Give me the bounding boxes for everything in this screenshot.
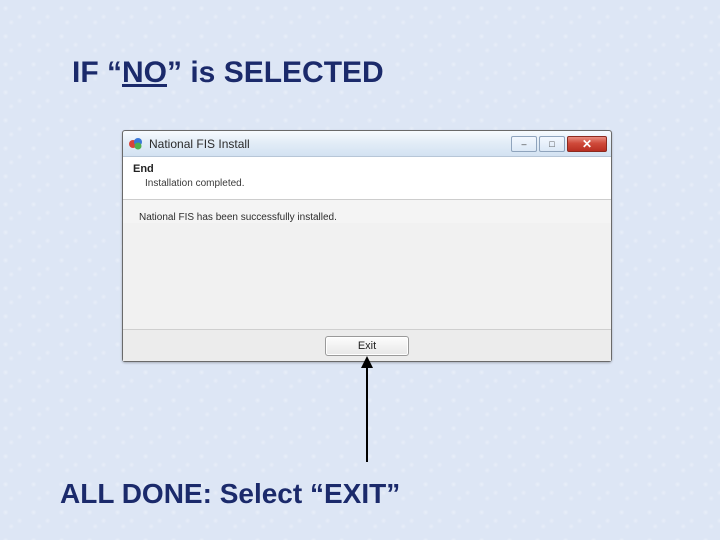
title-suffix: ” is SELECTED [167, 56, 384, 89]
dialog-header-title: End [133, 163, 601, 175]
arrow-up-icon [366, 366, 368, 462]
dialog-header: End Installation completed. [123, 157, 611, 200]
dialog-body: National FIS has been successfully insta… [123, 200, 611, 223]
window-title: National FIS Install [149, 137, 511, 151]
title-underlined: NO [122, 56, 167, 89]
close-button[interactable]: ✕ [567, 136, 607, 152]
titlebar: National FIS Install – □ ✕ [123, 131, 611, 157]
minimize-button[interactable]: – [511, 136, 537, 152]
installer-dialog: National FIS Install – □ ✕ End Installat… [122, 130, 612, 362]
slide-title: IF “NO” is SELECTED [72, 56, 384, 90]
title-prefix: IF “ [72, 56, 122, 89]
slide-caption: ALL DONE: Select “EXIT” [60, 478, 400, 510]
dialog-header-subtitle: Installation completed. [145, 178, 601, 189]
exit-button[interactable]: Exit [325, 336, 409, 356]
maximize-button[interactable]: □ [539, 136, 565, 152]
dialog-message: National FIS has been successfully insta… [139, 212, 599, 223]
app-icon [129, 137, 143, 151]
window-controls: – □ ✕ [511, 136, 607, 152]
